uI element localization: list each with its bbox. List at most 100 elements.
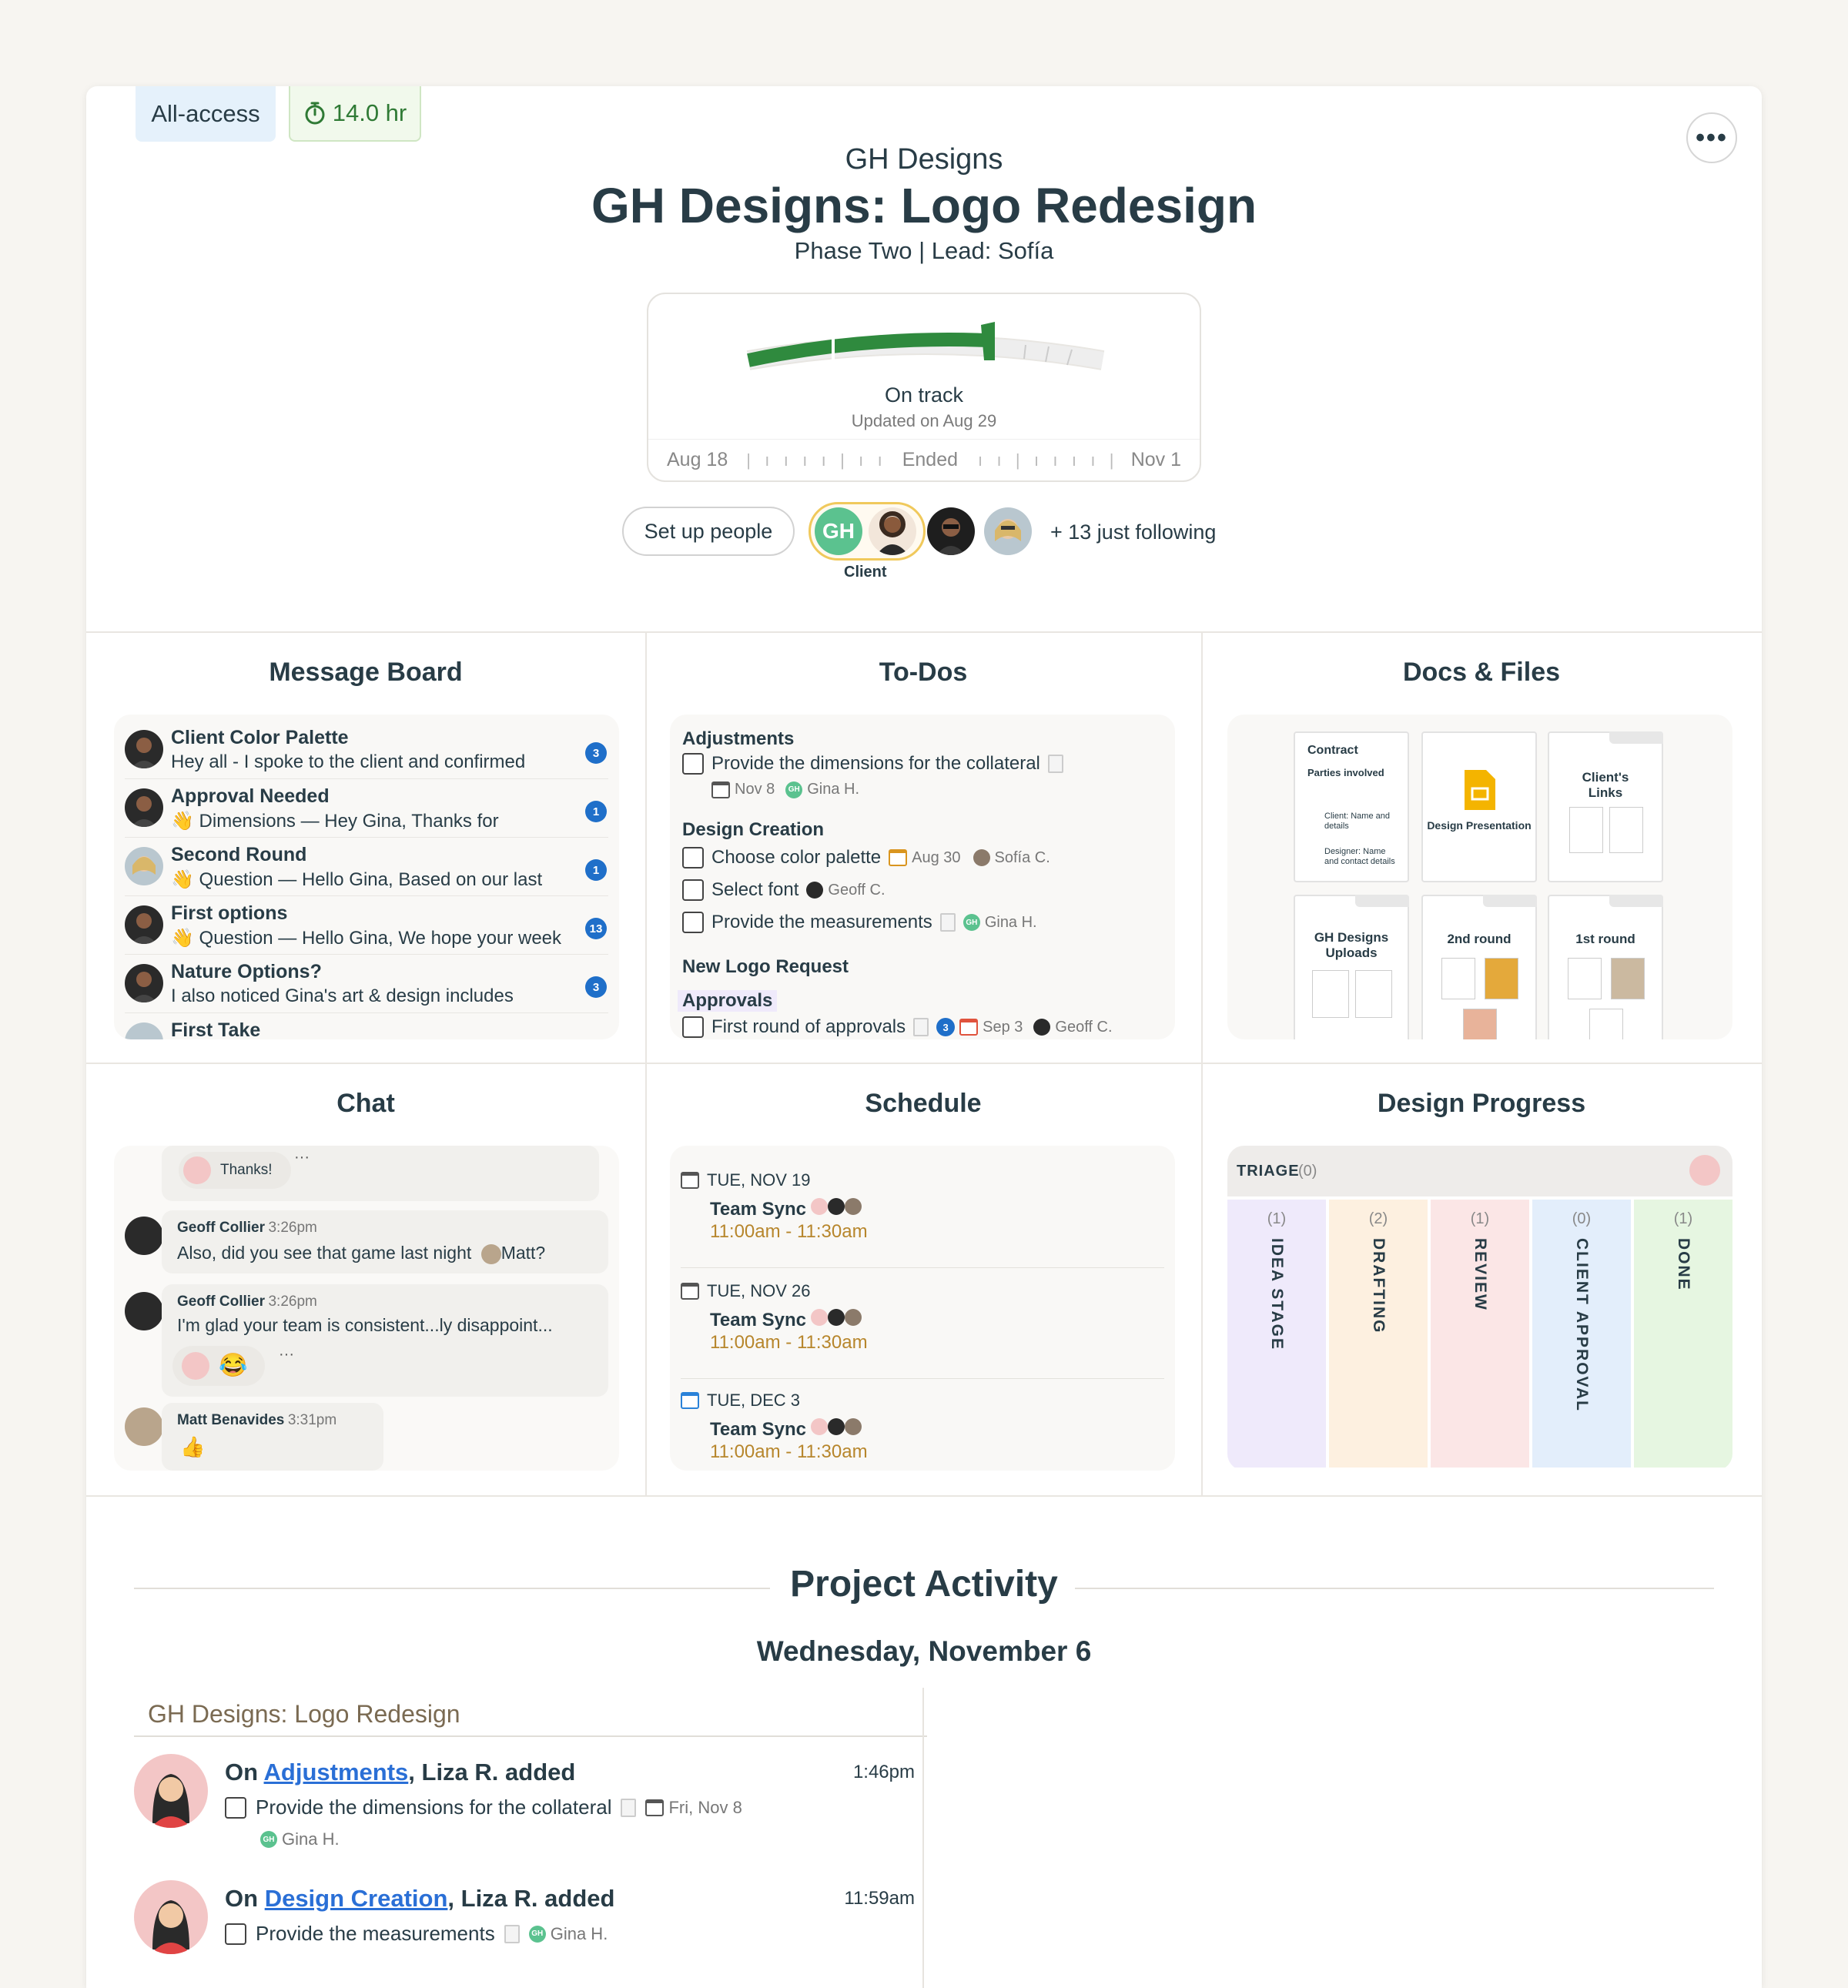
calendar-icon bbox=[645, 1799, 665, 1816]
todo-checkbox[interactable] bbox=[682, 912, 704, 933]
event-item[interactable]: Team Sync bbox=[710, 1198, 862, 1220]
todo-due: Fri, Nov 8 bbox=[668, 1797, 742, 1817]
chat-bubble[interactable]: Geoff Collier 3:26pm Also, did you see t… bbox=[162, 1210, 608, 1273]
docs-title[interactable]: Docs & Files bbox=[1201, 658, 1762, 688]
message-item[interactable]: Nature Options? I also noticed Gina's ar… bbox=[125, 956, 608, 1013]
document-tile[interactable]: Contract Parties involved Client: Name a… bbox=[1294, 731, 1409, 882]
todo-text: Choose color palette bbox=[711, 847, 882, 868]
hill-chart-card[interactable]: On track Updated on Aug 29 Aug 18 | ı ı … bbox=[647, 293, 1201, 482]
chat-bubble[interactable]: Matt Benavides 3:31pm 👍 bbox=[162, 1403, 383, 1471]
todo-meta: GH Gina H. bbox=[528, 1924, 608, 1944]
message-title: Client Color Palette bbox=[171, 727, 349, 748]
todo-item[interactable]: Choose color palette Aug 30 Sofía C. bbox=[682, 847, 1050, 868]
ellipsis-icon[interactable]: ··· bbox=[294, 1149, 310, 1166]
todo-group-heading[interactable]: Approvals bbox=[678, 990, 778, 1012]
todo-list-link[interactable]: Design Creation bbox=[265, 1885, 448, 1912]
folder-tile[interactable]: Client's Links bbox=[1548, 731, 1663, 882]
todos-panel: Adjustments Provide the dimensions for t… bbox=[670, 715, 1175, 1039]
schedule-title[interactable]: Schedule bbox=[645, 1089, 1201, 1119]
avatar-stack bbox=[810, 1198, 862, 1220]
todo-list-link[interactable]: Adjustments bbox=[264, 1759, 409, 1786]
triage-bar[interactable]: TRIAGE (0) bbox=[1227, 1146, 1732, 1196]
folder-tile[interactable]: GH Designs Uploads bbox=[1294, 895, 1409, 1039]
avatar bbox=[125, 1407, 163, 1446]
notes-icon bbox=[621, 1798, 637, 1817]
event-item[interactable]: Team Sync bbox=[710, 1309, 862, 1331]
client-avatar[interactable]: GH bbox=[815, 507, 862, 555]
all-access-badge[interactable]: All-access bbox=[136, 86, 276, 142]
column-drafting[interactable]: (2) DRAFTING bbox=[1329, 1200, 1428, 1468]
avatar[interactable] bbox=[869, 507, 916, 555]
todo-checkbox[interactable] bbox=[682, 847, 704, 868]
activity-todo[interactable]: Provide the measurements GH Gina H. bbox=[225, 1922, 608, 1946]
todo-due: Aug 30 bbox=[912, 848, 961, 866]
todo-checkbox[interactable] bbox=[225, 1923, 246, 1945]
todo-item[interactable]: Provide the measurements GH Gina H. bbox=[682, 912, 1037, 933]
message-item[interactable]: Second Round 👋 Question — Hello Gina, Ba… bbox=[125, 839, 608, 896]
todo-list-heading[interactable]: Adjustments bbox=[682, 728, 794, 750]
set-up-people-button[interactable]: Set up people bbox=[622, 507, 795, 556]
todo-text: Provide the measurements bbox=[711, 912, 932, 932]
message-board-title[interactable]: Message Board bbox=[86, 658, 645, 688]
file-thumbnail bbox=[1568, 958, 1602, 999]
todos-title[interactable]: To-Dos bbox=[645, 658, 1201, 688]
avatar[interactable] bbox=[134, 1754, 208, 1828]
avatar bbox=[125, 847, 163, 885]
avatar[interactable] bbox=[134, 1880, 208, 1954]
folder-tile[interactable]: 2nd round bbox=[1421, 895, 1537, 1039]
message-title: Approval Needed bbox=[171, 785, 330, 807]
hill-chart bbox=[746, 322, 1105, 370]
chat-title[interactable]: Chat bbox=[86, 1089, 645, 1119]
todo-assignee: Geoff C. bbox=[828, 881, 886, 899]
todo-list-heading[interactable]: Design Creation bbox=[682, 819, 824, 841]
message-preview: Hey all - I spoke to the client and conf… bbox=[171, 751, 526, 772]
message-preview: 👋 Question — Hello Gina, Based on our la… bbox=[171, 869, 543, 890]
todo-checkbox[interactable] bbox=[682, 753, 704, 775]
todo-checkbox[interactable] bbox=[682, 1016, 704, 1038]
todo-list-heading[interactable]: New Logo Request bbox=[682, 956, 849, 978]
todo-item[interactable]: First round of approvals 3 Sep 3 Geoff C… bbox=[682, 1016, 1113, 1038]
avatar[interactable] bbox=[927, 507, 975, 555]
reactions[interactable]: 😂 bbox=[172, 1346, 265, 1386]
design-progress-title[interactable]: Design Progress bbox=[1201, 1089, 1762, 1119]
schedule-panel: TUE, NOV 19 Team Sync 11:00am - 11:30am … bbox=[670, 1146, 1175, 1471]
column-idea-stage[interactable]: (1) IDEA STAGE bbox=[1227, 1200, 1326, 1468]
chat-author: Matt Benavides bbox=[177, 1412, 285, 1428]
divider bbox=[681, 1378, 1164, 1379]
message-item[interactable]: Approval Needed 👋 Dimensions — Hey Gina,… bbox=[125, 781, 608, 838]
chat-bubble[interactable]: Geoff Collier 3:26pm I'm glad your team … bbox=[162, 1284, 608, 1397]
following-count[interactable]: + 13 just following bbox=[1050, 520, 1216, 544]
activity-todo[interactable]: Provide the dimensions for the collatera… bbox=[225, 1796, 742, 1819]
project-card: All-access 14.0 hr ••• GH Designs GH Des… bbox=[86, 86, 1762, 1988]
mention[interactable]: Matt? bbox=[501, 1243, 546, 1263]
column-done[interactable]: (1) DONE bbox=[1634, 1200, 1732, 1468]
ellipsis-icon[interactable]: ··· bbox=[279, 1346, 294, 1364]
activity-project[interactable]: GH Designs: Logo Redesign bbox=[148, 1700, 460, 1729]
avatar bbox=[182, 1352, 209, 1380]
avatar bbox=[806, 882, 824, 899]
avatar[interactable] bbox=[984, 507, 1032, 555]
timeline-end: Nov 1 bbox=[1130, 449, 1181, 470]
message-item[interactable]: First options 👋 Question — Hello Gina, W… bbox=[125, 898, 608, 955]
project-activity-title[interactable]: Project Activity bbox=[86, 1563, 1762, 1605]
folder-tile[interactable]: 1st round bbox=[1548, 895, 1663, 1039]
chat-author: Geoff Collier bbox=[177, 1220, 266, 1236]
activity-suffix: , Liza R. added bbox=[408, 1759, 576, 1786]
hours-badge[interactable]: 14.0 hr bbox=[289, 86, 421, 142]
boost[interactable]: Thanks! bbox=[179, 1152, 291, 1189]
document-tile[interactable]: Design Presentation bbox=[1421, 731, 1537, 882]
comment-count-badge: 13 bbox=[585, 918, 607, 939]
todo-text: Provide the dimensions for the collatera… bbox=[256, 1796, 612, 1819]
todo-item[interactable]: Provide the dimensions for the collatera… bbox=[682, 753, 1063, 775]
todo-item[interactable]: Select font Geoff C. bbox=[682, 879, 886, 901]
todo-checkbox[interactable] bbox=[225, 1796, 246, 1819]
comment-count-badge: 3 bbox=[585, 976, 607, 998]
message-item[interactable]: Client Color Palette Hey all - I spoke t… bbox=[125, 722, 608, 779]
file-thumbnail bbox=[1312, 970, 1349, 1018]
event-item[interactable]: Team Sync bbox=[710, 1418, 862, 1441]
todo-checkbox[interactable] bbox=[682, 879, 704, 901]
column-review[interactable]: (1) REVIEW bbox=[1431, 1200, 1529, 1468]
message-item[interactable]: First Take bbox=[125, 1015, 608, 1039]
file-thumbnail bbox=[1609, 807, 1643, 853]
column-client-approval[interactable]: (0) CLIENT APPROVAL bbox=[1532, 1200, 1631, 1468]
